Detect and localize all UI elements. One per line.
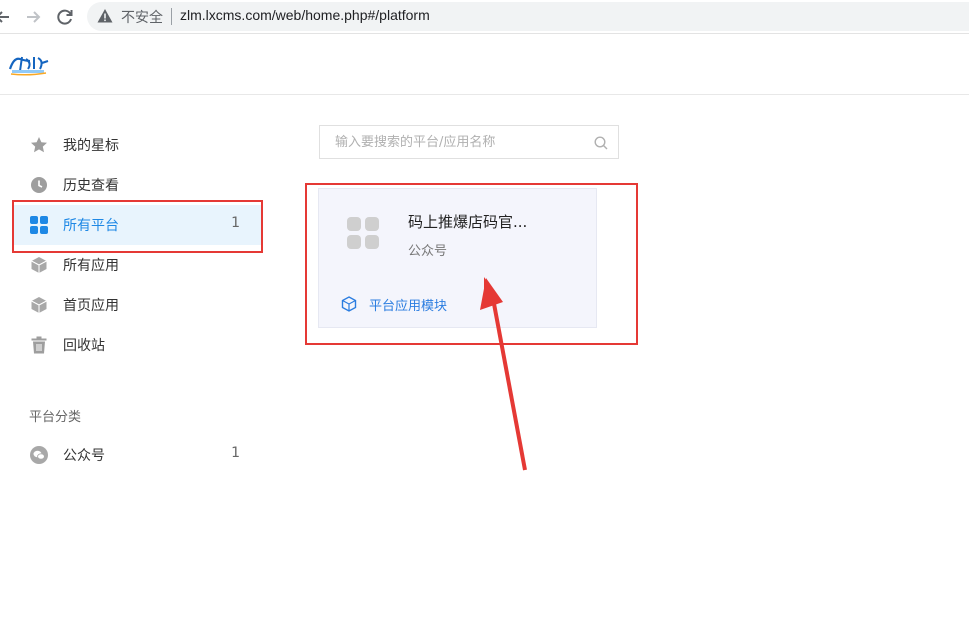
sidebar-item-label: 回收站 <box>63 338 105 354</box>
platform-name[interactable]: 码上推爆店码官... <box>408 211 527 232</box>
reload-icon[interactable] <box>54 6 76 28</box>
platform-card[interactable]: 码上推爆店码官... 公众号 平台应用模块 <box>318 188 597 328</box>
omnibox-divider <box>171 8 172 25</box>
sidebar-item-history[interactable]: 历史查看 <box>14 165 262 205</box>
security-status[interactable]: 不安全 <box>121 7 163 27</box>
sidebar-item-label: 所有应用 <box>63 258 119 274</box>
platform-modules-label: 平台应用模块 <box>369 299 448 314</box>
sidebar-item-all-platforms[interactable]: 所有平台 1 <box>14 205 262 245</box>
trash-icon <box>30 336 48 354</box>
category-section-title: 平台分类 <box>29 410 82 425</box>
sidebar-item-label: 所有平台 <box>63 218 119 234</box>
address-bar[interactable]: 不安全 zlm.lxcms.com/web/home.php#/platform <box>87 2 969 31</box>
cube-icon <box>30 256 48 274</box>
brand-logo-icon[interactable] <box>8 53 50 77</box>
sidebar-item-label: 首页应用 <box>63 298 119 314</box>
sidebar-item-home-apps[interactable]: 首页应用 <box>14 285 262 325</box>
star-icon <box>30 136 48 154</box>
sidebar-item-label: 历史查看 <box>63 178 119 194</box>
sidebar-item-label: 公众号 <box>63 448 105 464</box>
back-arrow-icon[interactable] <box>0 6 14 28</box>
cube-outline-icon <box>341 296 357 312</box>
platform-type: 公众号 <box>408 244 448 259</box>
forward-arrow-icon[interactable] <box>22 6 44 28</box>
url-text[interactable]: zlm.lxcms.com/web/home.php#/platform <box>180 7 430 23</box>
wechat-icon <box>30 446 48 464</box>
sidebar-item-recycle-bin[interactable]: 回收站 <box>14 325 262 365</box>
app-header <box>0 35 969 95</box>
sidebar-item-label: 我的星标 <box>63 138 119 154</box>
search-icon[interactable] <box>594 135 608 150</box>
search-box <box>319 125 619 159</box>
sidebar-item-starred[interactable]: 我的星标 <box>14 125 262 165</box>
sidebar-item-all-apps[interactable]: 所有应用 <box>14 245 262 285</box>
clock-icon <box>30 176 48 194</box>
sidebar-item-category-wechat[interactable]: 公众号 1 <box>14 435 262 475</box>
sidebar-item-count: 1 <box>231 445 240 461</box>
sidebar-item-count: 1 <box>231 215 240 231</box>
platform-thumbnail-icon <box>347 217 379 249</box>
browser-toolbar: 不安全 zlm.lxcms.com/web/home.php#/platform <box>0 0 969 34</box>
grid-icon <box>30 216 48 234</box>
cube-icon <box>30 296 48 314</box>
warning-icon[interactable] <box>97 8 113 24</box>
search-input[interactable] <box>320 126 590 158</box>
